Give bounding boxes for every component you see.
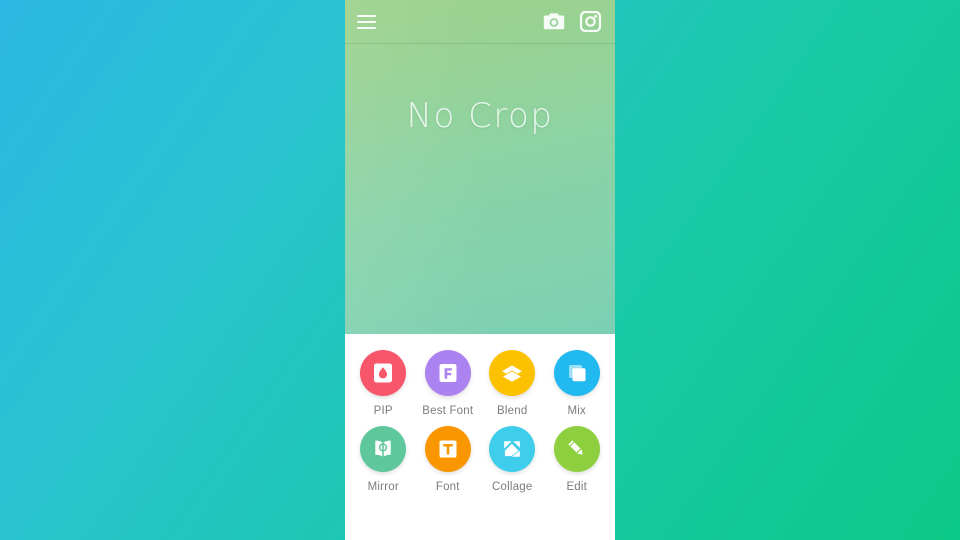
pip-droplet-icon: [360, 350, 407, 396]
tool-row: Mirror Font Collage Edit: [351, 426, 609, 493]
top-bar: [345, 0, 615, 44]
gallery-icon[interactable]: [577, 9, 603, 35]
tool-label: Mirror: [367, 481, 399, 493]
tools-panel: PIP Best Font Blend Mix Mirror Font Coll…: [345, 334, 615, 540]
tool-label: Best Font: [422, 405, 474, 417]
hamburger-menu-icon[interactable]: [357, 9, 383, 35]
camera-icon[interactable]: [541, 9, 567, 35]
tool-mirror[interactable]: Mirror: [352, 426, 414, 493]
mix-squares-icon: [553, 350, 600, 396]
menu-line: [357, 20, 376, 23]
tool-best-font[interactable]: Best Font: [417, 350, 479, 417]
mirror-book-icon: [360, 426, 407, 472]
image-preview-area[interactable]: [345, 0, 615, 334]
tool-label: Collage: [492, 481, 533, 493]
preview-sheen: [345, 0, 606, 334]
tool-edit[interactable]: Edit: [546, 426, 608, 493]
best-font-icon: [424, 350, 471, 396]
tool-label: Mix: [567, 405, 586, 417]
menu-line: [357, 14, 376, 17]
tool-label: Blend: [497, 405, 528, 417]
tool-label: Font: [435, 481, 460, 493]
tool-collage[interactable]: Collage: [481, 426, 543, 493]
tool-font[interactable]: Font: [417, 426, 479, 493]
tool-blend[interactable]: Blend: [481, 350, 543, 417]
edit-pencil-icon: [553, 426, 600, 472]
tool-label: Edit: [566, 481, 588, 493]
tool-row: PIP Best Font Blend Mix: [351, 350, 609, 417]
tool-label: PIP: [373, 405, 393, 417]
screen-root: No Crop PIP Best Font Blend Mix Mirror F…: [0, 0, 960, 540]
font-t-icon: [424, 426, 471, 472]
tool-pip[interactable]: PIP: [352, 350, 414, 417]
collage-grid-icon: [489, 426, 536, 472]
blend-layers-icon: [489, 350, 536, 396]
tool-mix[interactable]: Mix: [546, 350, 608, 417]
phone-viewport: No Crop PIP Best Font Blend Mix Mirror F…: [345, 0, 615, 540]
crop-mode-label: No Crop: [406, 96, 554, 136]
menu-line: [357, 26, 376, 29]
